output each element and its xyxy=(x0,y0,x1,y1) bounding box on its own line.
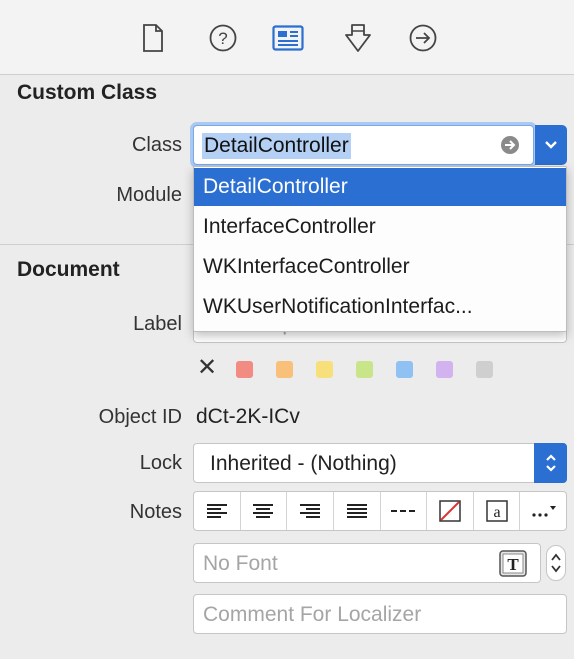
swatch-purple[interactable] xyxy=(436,361,453,378)
natural-alignment-icon[interactable] xyxy=(381,492,428,530)
no-color-icon[interactable] xyxy=(427,492,474,530)
svg-text:a: a xyxy=(493,504,500,521)
dropdown-item[interactable]: InterfaceController xyxy=(194,208,566,246)
align-center-icon[interactable] xyxy=(241,492,288,530)
swatch-blue[interactable] xyxy=(396,361,413,378)
swatch-red[interactable] xyxy=(236,361,253,378)
label-label: Label xyxy=(133,313,182,335)
font-field[interactable]: No Font T xyxy=(193,543,541,583)
align-justify-icon[interactable] xyxy=(334,492,381,530)
dropdown-item[interactable]: WKInterfaceController xyxy=(194,248,566,286)
class-field-value: DetailController xyxy=(202,133,351,159)
swatch-green[interactable] xyxy=(356,361,373,378)
updown-chevron-icon[interactable] xyxy=(534,443,567,483)
font-picker-icon[interactable]: T xyxy=(499,550,527,582)
swatch-orange[interactable] xyxy=(276,361,293,378)
lock-label: Lock xyxy=(139,452,182,474)
svg-text:T: T xyxy=(507,555,519,574)
inspector-tab-bar: ? xyxy=(0,0,574,75)
dropdown-item[interactable]: WKUserNotificationInterfac... xyxy=(194,288,566,326)
class-label: Class xyxy=(131,134,182,156)
go-arrow-icon[interactable] xyxy=(500,135,520,160)
lock-popup[interactable]: Inherited - (Nothing) xyxy=(193,443,567,483)
text-color-icon[interactable]: a xyxy=(474,492,521,530)
class-field[interactable]: DetailController xyxy=(193,125,534,165)
clear-color-icon[interactable]: ✕ xyxy=(197,356,217,380)
attributes-icon[interactable] xyxy=(340,18,376,58)
question-icon[interactable]: ? xyxy=(205,18,241,58)
object-id-value: dCt-2K-ICv xyxy=(196,405,300,428)
dropdown-item[interactable]: DetailController xyxy=(194,168,566,206)
class-dropdown-menu: DetailController InterfaceController WKI… xyxy=(193,166,567,332)
notes-label: Notes xyxy=(129,501,182,523)
file-icon[interactable] xyxy=(135,18,171,58)
font-size-stepper[interactable] xyxy=(546,545,566,581)
module-label: Module xyxy=(116,184,182,206)
lock-popup-value: Inherited - (Nothing) xyxy=(210,452,397,475)
document-title: Document xyxy=(17,258,120,281)
font-field-placeholder: No Font xyxy=(203,552,278,575)
align-right-icon[interactable] xyxy=(287,492,334,530)
identity-card-icon[interactable] xyxy=(270,18,306,58)
svg-text:?: ? xyxy=(218,29,227,48)
custom-class-title: Custom Class xyxy=(17,81,158,104)
swatch-yellow[interactable] xyxy=(316,361,333,378)
align-left-icon[interactable] xyxy=(194,492,241,530)
swatch-gray[interactable] xyxy=(476,361,493,378)
class-dropdown-button[interactable] xyxy=(535,125,567,165)
object-id-label: Object ID xyxy=(98,406,182,428)
notes-toolbar: a xyxy=(193,491,567,531)
chevron-down-icon xyxy=(545,141,557,149)
localizer-comment-placeholder: Comment For Localizer xyxy=(203,603,422,626)
arrow-right-circle-icon[interactable] xyxy=(405,18,441,58)
more-options-icon[interactable] xyxy=(520,492,566,530)
localizer-comment-field[interactable]: Comment For Localizer xyxy=(193,594,567,634)
